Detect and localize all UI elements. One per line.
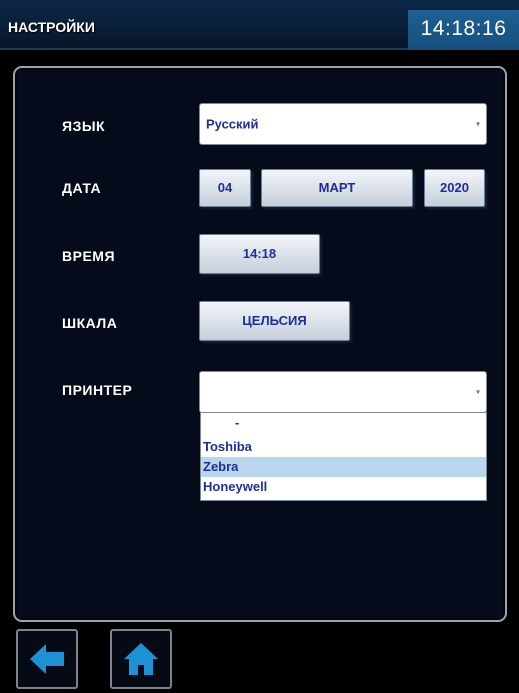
- date-year-button[interactable]: 2020: [424, 169, 485, 207]
- page-title: НАСТРОЙКИ: [8, 19, 95, 35]
- time-label: ВРЕМЯ: [62, 248, 116, 264]
- home-button[interactable]: [110, 629, 172, 689]
- printer-option-honeywell[interactable]: Honeywell: [201, 477, 486, 497]
- header-bar: НАСТРОЙКИ 14:18:16: [0, 0, 519, 50]
- chevron-down-icon: ▾: [475, 119, 480, 129]
- printer-option-zebra[interactable]: Zebra: [201, 457, 486, 477]
- language-label: ЯЗЫК: [62, 118, 106, 134]
- printer-option-toshiba[interactable]: Toshiba: [201, 437, 486, 457]
- scale-label: ШКАЛА: [62, 315, 118, 331]
- printer-select[interactable]: ▾: [199, 371, 487, 413]
- clock-display: 14:18:16: [408, 10, 519, 50]
- date-label: ДАТА: [62, 180, 102, 196]
- chevron-down-icon: ▾: [475, 387, 480, 397]
- language-select[interactable]: Русский ▾: [199, 103, 487, 145]
- printer-label: ПРИНТЕР: [62, 382, 133, 398]
- time-button[interactable]: 14:18: [199, 234, 320, 274]
- date-month-button[interactable]: МАРТ: [261, 169, 413, 207]
- printer-option-none[interactable]: -: [201, 413, 486, 433]
- date-day-button[interactable]: 04: [199, 169, 251, 207]
- printer-dropdown-list: - Toshiba Zebra Honeywell: [200, 412, 487, 501]
- back-button[interactable]: [16, 629, 78, 689]
- home-icon: [124, 643, 158, 675]
- language-select-value: Русский: [206, 116, 259, 132]
- arrow-left-icon: [30, 644, 64, 674]
- settings-panel: [13, 66, 507, 622]
- scale-button[interactable]: ЦЕЛЬСИЯ: [199, 301, 350, 341]
